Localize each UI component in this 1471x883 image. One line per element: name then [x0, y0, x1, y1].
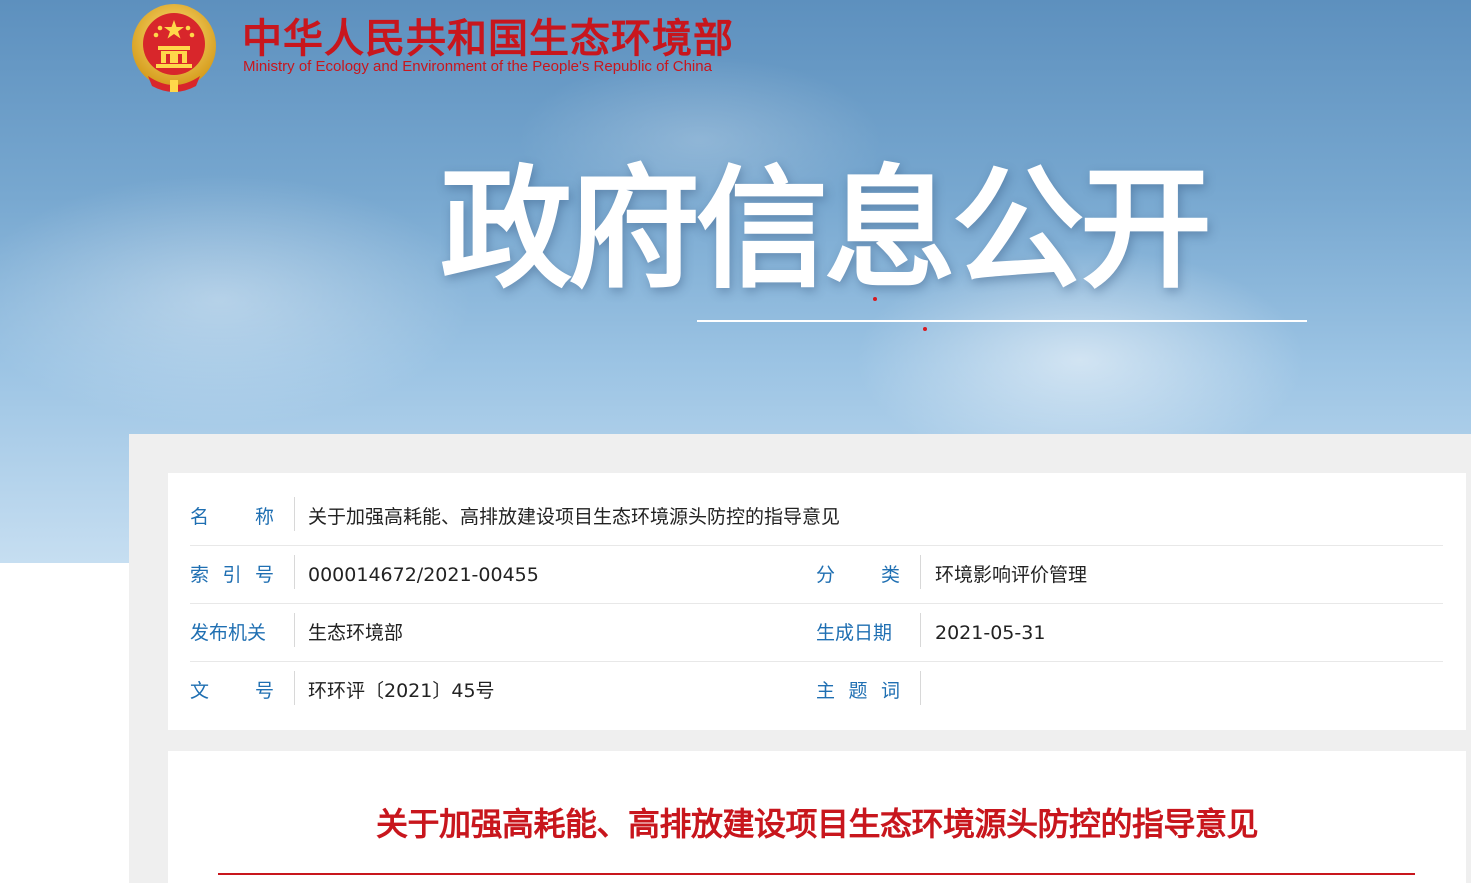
document-body: 关于加强高耗能、高排放建设项目生态环境源头防控的指导意见: [168, 751, 1466, 883]
divider: [294, 497, 295, 531]
title-underline: [218, 873, 1415, 875]
banner-divider: [697, 320, 1307, 322]
issuer-value: 生态环境部: [308, 622, 404, 644]
index-value: 000014672/2021-00455: [308, 564, 539, 586]
divider: [294, 555, 295, 589]
banner-title: 政府信息公开: [440, 153, 1212, 307]
keywords-label: 主题词: [816, 680, 900, 702]
category-label: 分类: [816, 564, 900, 586]
divider: [920, 613, 921, 647]
site-title-en[interactable]: Ministry of Ecology and Environment of t…: [243, 58, 712, 75]
info-row-index: 索引号 000014672/2021-00455 分类 环境影响评价管理: [190, 545, 1443, 604]
date-label: 生成日期: [816, 622, 893, 644]
document-info-table: 名称 关于加强高耗能、高排放建设项目生态环境源头防控的指导意见 索引号 0000…: [168, 473, 1466, 730]
banner-dot: [873, 297, 877, 301]
date-value: 2021-05-31: [935, 622, 1046, 644]
divider: [294, 613, 295, 647]
info-row-docno: 文号 环环评〔2021〕45号 主题词: [190, 661, 1443, 719]
docno-value: 环环评〔2021〕45号: [308, 680, 495, 702]
banner-dot: [923, 327, 927, 331]
divider: [294, 671, 295, 705]
info-row-name: 名称 关于加强高耗能、高排放建设项目生态环境源头防控的指导意见: [190, 487, 1443, 546]
national-emblem-icon[interactable]: [130, 2, 218, 94]
info-row-issuer: 发布机关 生态环境部 生成日期 2021-05-31: [190, 603, 1443, 662]
issuer-label: 发布机关: [190, 622, 267, 644]
docno-label: 文号: [190, 680, 274, 702]
index-label: 索引号: [190, 564, 274, 586]
divider: [920, 555, 921, 589]
category-value: 环境影响评价管理: [935, 564, 1088, 586]
name-label: 名称: [190, 506, 274, 528]
divider: [920, 671, 921, 705]
site-title-cn[interactable]: 中华人民共和国生态环境部: [242, 6, 734, 64]
name-value: 关于加强高耗能、高排放建设项目生态环境源头防控的指导意见: [308, 506, 841, 528]
document-title: 关于加强高耗能、高排放建设项目生态环境源头防控的指导意见: [375, 805, 1259, 843]
